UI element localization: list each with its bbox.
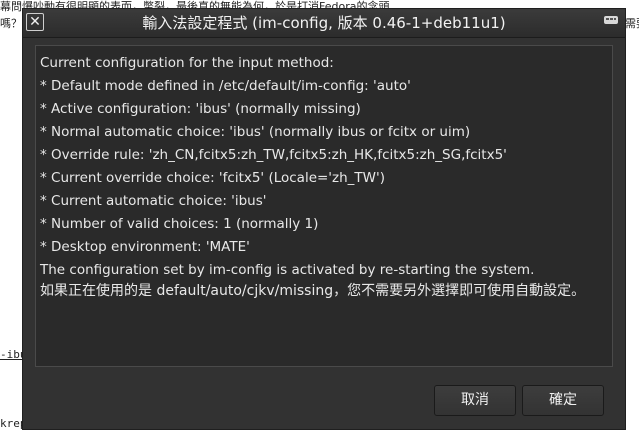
config-line: * Normal automatic choice: 'ibus' (norma… (40, 124, 471, 140)
title-bar[interactable]: ✕ 輸入法設定程式 (im-config, 版本 0.46-1+deb11u1) (23, 9, 625, 38)
config-line-auto-notice: 如果正在使用的是 default/auto/cjkv/missing，您不需要另… (40, 283, 586, 299)
config-line: * Default mode defined in /etc/default/i… (40, 78, 411, 94)
config-line: * Current automatic choice: 'ibus' (40, 193, 267, 209)
ok-button[interactable]: 確定 (522, 385, 604, 416)
cancel-button[interactable]: 取消 (434, 385, 516, 416)
config-line: Current configuration for the input meth… (40, 55, 334, 71)
im-config-dialog: ✕ 輸入法設定程式 (im-config, 版本 0.46-1+deb11u1)… (22, 8, 626, 430)
config-line: * Number of valid choices: 1 (normally 1… (40, 216, 319, 232)
configuration-lines: Current configuration for the input meth… (40, 52, 608, 303)
config-line: * Current override choice: 'fcitx5' (Loc… (40, 170, 385, 186)
config-line: * Desktop environment: 'MATE' (40, 239, 250, 255)
configuration-text-area: Current configuration for the input meth… (35, 45, 613, 367)
background-text-line-2b: 需要 (625, 17, 639, 30)
background-text-line-2: 嗎？ (0, 17, 22, 30)
config-line: The configuration set by im-config is ac… (40, 262, 535, 278)
keyboard-icon (604, 16, 618, 24)
config-line: * Active configuration: 'ibus' (normally… (40, 101, 361, 117)
window-title: 輸入法設定程式 (im-config, 版本 0.46-1+deb11u1) (142, 14, 506, 32)
config-line: * Override rule: 'zh_CN,fcitx5:zh_TW,fci… (40, 147, 507, 163)
